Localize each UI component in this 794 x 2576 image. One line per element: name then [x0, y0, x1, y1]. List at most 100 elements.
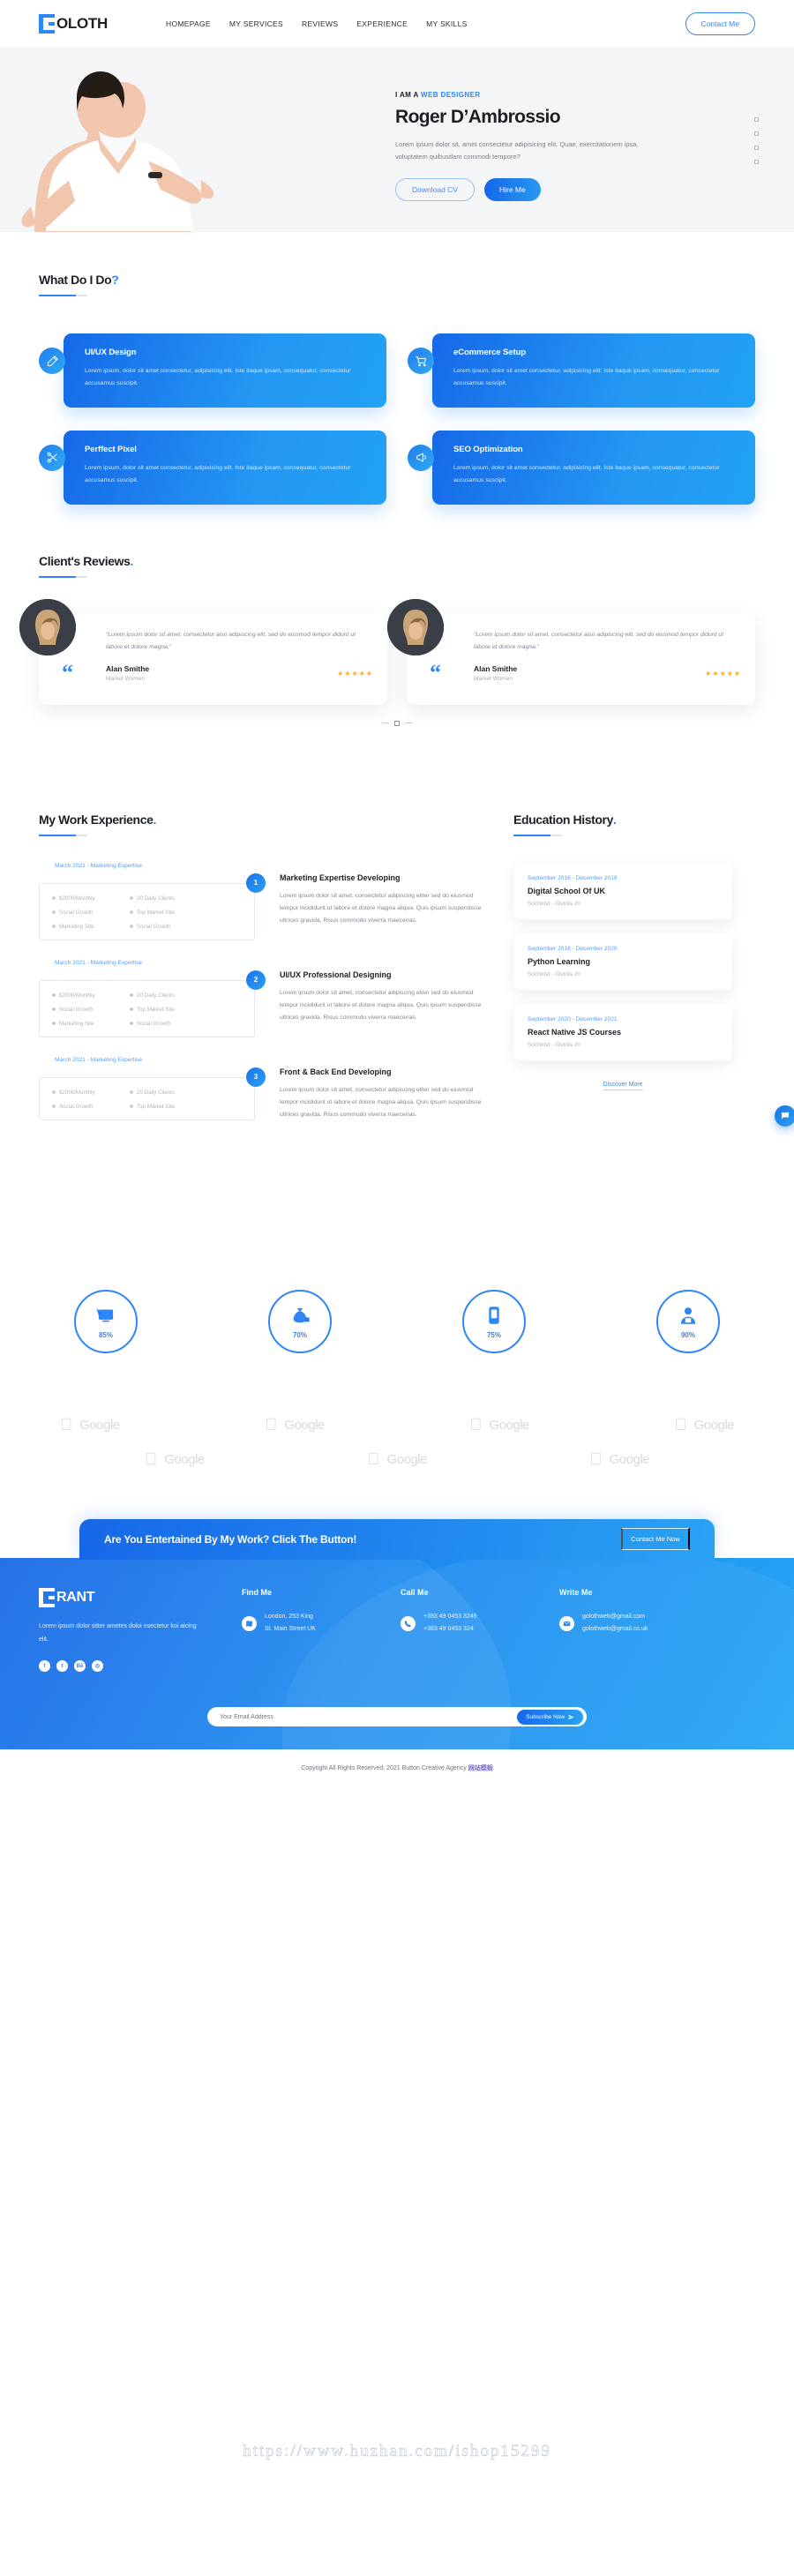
reviews-grid: “Lorem ipsum dolor sit amet, consectetur…	[19, 598, 755, 705]
skill-value: 90%	[680, 1330, 695, 1339]
facebook-icon[interactable]: f	[39, 1660, 50, 1673]
quote-icon: “	[430, 660, 441, 686]
reviews-title-accent: .	[130, 553, 134, 568]
experience-heading: Marketing Expertise Developing	[280, 872, 401, 882]
nav-item-experience[interactable]: EXPERIENCE	[356, 19, 408, 28]
experience-title-rule	[39, 834, 87, 836]
footer-zone: Are You Entertained By My Work? Click Th…	[0, 1518, 794, 1786]
education-date: September 2020 - December 2021	[528, 1015, 618, 1022]
footer-column-heading: Find Me	[242, 1584, 272, 1597]
copyright-tag[interactable]: 网站模板	[468, 1765, 493, 1772]
footer-email-1[interactable]: golothweb@gmail.com	[582, 1611, 648, 1624]
hero-portrait-image	[16, 49, 254, 232]
experience-tag: Social Growth	[52, 1104, 121, 1110]
service-title: Perffect Pixel	[85, 444, 137, 454]
hero-dot-4[interactable]	[754, 160, 759, 164]
phone-icon	[401, 1615, 416, 1631]
footer-email-2[interactable]: golothweb@gmail.co.uk	[582, 1623, 648, 1636]
map-icon	[242, 1615, 257, 1631]
review-role: Market Women	[474, 676, 513, 683]
twitter-icon[interactable]: t	[56, 1660, 68, 1673]
service-title: eCommerce Setup	[453, 348, 526, 357]
brand-name: Google	[476, 1417, 530, 1433]
hire-me-button[interactable]: Hire Me	[483, 177, 541, 201]
experience-tag: Marketing Site	[52, 924, 121, 930]
education-card: September 2020 - December 2021 React Nat…	[513, 1003, 732, 1060]
service-card[interactable]: UI/UX Design Lorem ipsum, dolor sit amet…	[39, 333, 386, 408]
review-quote: “Lorem ipsum dolor sit amet, consectetur…	[106, 631, 356, 650]
nav-item-homepage[interactable]: HOMEPAGE	[166, 19, 211, 28]
behance-icon[interactable]: Bē	[74, 1660, 86, 1673]
hero-dot-3[interactable]	[754, 146, 759, 150]
brand-item: Google	[265, 1417, 325, 1434]
experience-tag: 20 Daily Clients	[130, 1090, 198, 1096]
brand-name: Google	[374, 1449, 427, 1467]
dribbble-icon[interactable]: ◎	[92, 1660, 103, 1673]
subscribe-label: Subscribe Now	[526, 1710, 565, 1720]
hero-description: Lorem ipsum dolor sit, amet consectetur …	[395, 140, 639, 161]
experience-text: Lorem ipsum dolor sit amet, consectetur …	[280, 1086, 482, 1118]
chat-widget-button[interactable]	[775, 1105, 794, 1127]
contact-me-now-button[interactable]: Contact Me Now	[621, 1528, 690, 1551]
nav-item-my-services[interactable]: MY SERVICES	[229, 19, 283, 28]
education-title-rule	[513, 834, 562, 836]
nav-item-reviews[interactable]: REVIEWS	[302, 19, 338, 28]
experience-tag: Social Growth	[52, 1007, 121, 1013]
footer-logo[interactable]: RANT	[39, 1587, 242, 1607]
reviews-active-dot[interactable]	[394, 720, 400, 726]
skill-circle: 90%	[656, 1289, 720, 1353]
nav-item-my-skills[interactable]: MY SKILLS	[426, 19, 467, 28]
experience-item: March 2021 - Marketing Expertise $2000/M…	[39, 863, 489, 940]
rating-stars: ★★★★★	[705, 669, 741, 678]
avatar	[387, 598, 444, 655]
services-section: What Do I Do? UI/UX Design Lorem ipsum, …	[0, 232, 794, 505]
experience-tag: Social Growth	[52, 910, 121, 916]
education-name: React Native JS Courses	[528, 1027, 622, 1037]
review-role: Market Women	[106, 676, 145, 683]
discover-more-link[interactable]: Discover More	[603, 1082, 643, 1090]
site-logo[interactable]: OLOTH	[39, 14, 108, 34]
apple-icon: 	[145, 1451, 157, 1468]
service-title: UI/UX Design	[85, 348, 137, 357]
hero-slider-dots[interactable]	[754, 117, 759, 174]
experience-tag: Marketing Site	[52, 1021, 121, 1027]
skill-value: 75%	[486, 1330, 501, 1339]
education-title-accent: .	[613, 812, 617, 827]
education-date: September 2018 - December 2020	[528, 945, 618, 952]
apple-icon: 	[589, 1451, 602, 1468]
experience-title-accent: .	[153, 812, 157, 827]
review-card: “Lorem ipsum dolor sit amet, consectetur…	[387, 598, 755, 705]
experience-tag: Top Market Site	[130, 910, 198, 916]
brand-name: Google	[693, 1416, 735, 1433]
footer-brand: RANT Lorem ipsum dolor sitter ametes dol…	[39, 1587, 242, 1673]
education-title-text: Education History	[513, 812, 613, 827]
service-card[interactable]: Perffect Pixel Lorem ipsum, dolor sit am…	[39, 430, 386, 505]
education-card: September 2018 - December 2020 Python Le…	[513, 932, 732, 990]
reviews-pagination[interactable]	[39, 720, 755, 726]
review-card: “Lorem ipsum dolor sit amet, consectetur…	[19, 598, 387, 705]
brand-item: Google	[674, 1417, 734, 1434]
newsletter-email-input[interactable]	[220, 1713, 518, 1720]
subscribe-now-button[interactable]: Subscribe Now	[517, 1709, 583, 1725]
education-name: Python Learning	[528, 956, 591, 966]
hero-copy: I AM A WEB DESIGNER Roger D’Ambrossio Lo…	[395, 91, 678, 201]
services-title-rule	[39, 295, 87, 296]
download-cv-button[interactable]: Download CV	[395, 177, 475, 201]
experience-heading: Front & Back End Developing	[280, 1067, 392, 1076]
service-card[interactable]: SEO Optimization Lorem ipsum, dolor sit …	[408, 430, 755, 505]
header-contact-button[interactable]: Contact Me	[685, 12, 755, 35]
experience-tag: Social Growth	[130, 924, 198, 930]
hero-dot-1[interactable]	[754, 117, 759, 122]
brand-item: Google	[60, 1417, 120, 1434]
footer-phone-2[interactable]: +383 49 0453 324	[423, 1623, 477, 1636]
footer-phone-1[interactable]: +383 49 0453 3249	[423, 1611, 477, 1624]
skill-circle: 70%	[268, 1289, 332, 1353]
apple-icon: 	[60, 1417, 72, 1434]
education-name: Digital School Of UK	[528, 886, 606, 895]
service-card[interactable]: eCommerce Setup Lorem ipsum, dolor sit a…	[408, 333, 755, 408]
experience-date: March 2021 - Marketing Expertise	[55, 862, 142, 869]
experience-tags-box: $2000/Monthly 20 Daily Clients Social Gro…	[39, 882, 255, 940]
brand-name: Google	[267, 1417, 325, 1433]
main-nav: HOMEPAGE MY SERVICES REVIEWS EXPERIENCE …	[166, 19, 468, 28]
hero-dot-2[interactable]	[754, 131, 759, 136]
